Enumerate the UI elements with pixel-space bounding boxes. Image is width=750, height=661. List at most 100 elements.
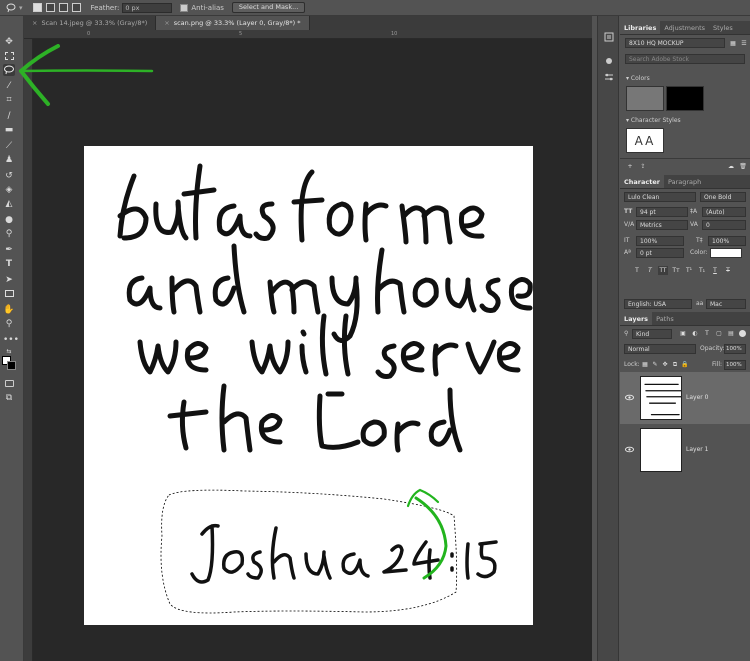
vertical-scale-input[interactable]: 100% <box>636 236 684 246</box>
tab-adjustments[interactable]: Adjustments <box>660 21 709 34</box>
preset-dropdown-arrow[interactable]: ▾ <box>19 4 23 12</box>
path-selection-icon[interactable]: ➤ <box>3 274 15 286</box>
font-family-dropdown[interactable]: Lulo Clean <box>624 192 696 202</box>
visibility-eye-icon[interactable] <box>625 393 634 402</box>
rectangle-tool-icon[interactable] <box>3 288 15 300</box>
subtract-selection-button[interactable] <box>58 3 68 12</box>
brush-tool-icon[interactable]: ⟋ <box>3 140 15 152</box>
layer-name[interactable]: Layer 1 <box>686 446 708 453</box>
type-tool-icon[interactable]: T <box>3 258 15 270</box>
lock-all-icon[interactable]: 🔒 <box>680 360 690 369</box>
screen-mode-icon[interactable]: ⧉ <box>3 392 15 404</box>
quick-mask-icon[interactable] <box>3 378 15 390</box>
fill-input[interactable]: 100% <box>724 360 746 370</box>
tab-paths[interactable]: Paths <box>652 312 678 325</box>
pen-tool-icon[interactable]: ✒ <box>3 244 15 256</box>
kerning-input[interactable]: Metrics <box>636 220 688 230</box>
leading-input[interactable]: (Auto) <box>702 207 746 217</box>
font-size-input[interactable]: 94 pt <box>636 207 688 217</box>
trash-icon[interactable]: 🗑 <box>738 162 748 171</box>
faux-bold-button[interactable]: T <box>632 266 642 275</box>
filter-type-icon[interactable]: T <box>702 329 712 338</box>
history-panel-icon[interactable] <box>604 32 614 42</box>
color-swatch-black[interactable] <box>666 86 704 111</box>
small-caps-button[interactable]: Tт <box>671 266 681 275</box>
document-tab[interactable]: × Scan 14.jpeg @ 33.3% (Gray/8*) <box>24 16 157 30</box>
history-brush-icon[interactable]: ↺ <box>3 170 15 182</box>
select-and-mask-button[interactable]: Select and Mask... <box>231 2 306 13</box>
superscript-button[interactable]: T¹ <box>684 266 694 275</box>
tab-paragraph[interactable]: Paragraph <box>664 175 705 188</box>
healing-brush-icon[interactable]: ▬ <box>3 124 15 136</box>
stock-search-input[interactable]: Search Adobe Stock <box>625 54 745 64</box>
blend-mode-dropdown[interactable]: Normal <box>624 344 696 354</box>
canvas-workspace[interactable] <box>33 39 592 661</box>
eyedropper-icon[interactable]: ∕ <box>3 110 15 122</box>
upload-icon[interactable]: ⇪ <box>638 162 648 171</box>
paint-bucket-icon[interactable]: ◭ <box>3 198 15 210</box>
close-tab-icon[interactable]: × <box>164 19 169 27</box>
blur-tool-icon[interactable]: ● <box>3 214 15 226</box>
grid-view-icon[interactable]: ▦ <box>728 39 738 48</box>
eraser-tool-icon[interactable]: ◈ <box>3 184 15 196</box>
intersect-selection-button[interactable] <box>71 3 81 12</box>
lock-artboard-icon[interactable]: ⧉ <box>670 360 680 369</box>
opacity-input[interactable]: 100% <box>724 344 746 354</box>
tracking-input[interactable]: 0 <box>702 220 746 230</box>
lock-pixels-icon[interactable]: ✎ <box>650 360 660 369</box>
baseline-shift-input[interactable]: 0 pt <box>636 248 684 258</box>
layer-row-layer0[interactable]: Layer 0 <box>620 372 750 424</box>
character-style-thumb[interactable]: AA <box>626 128 664 153</box>
antialias-checkbox[interactable] <box>180 3 189 12</box>
filter-toggle-icon[interactable] <box>739 330 746 337</box>
add-library-item-icon[interactable]: + <box>625 162 635 171</box>
underline-button[interactable]: T <box>710 266 720 275</box>
layer-row-layer1[interactable]: Layer 1 <box>620 424 750 476</box>
text-color-swatch[interactable] <box>710 248 742 258</box>
document-canvas[interactable] <box>84 146 533 625</box>
clone-stamp-icon[interactable]: ♟ <box>3 154 15 166</box>
faux-italic-button[interactable]: T <box>645 266 655 275</box>
properties-panel-icon[interactable] <box>604 72 614 82</box>
filter-smart-object-icon[interactable]: ▤ <box>726 329 736 338</box>
lock-position-icon[interactable]: ✥ <box>660 360 670 369</box>
tab-layers[interactable]: Layers <box>620 312 653 325</box>
library-dropdown[interactable]: 8X10 HQ MOCKUP <box>625 38 725 48</box>
add-to-selection-button[interactable] <box>45 3 55 12</box>
document-tab-active[interactable]: × scan.png @ 33.3% (Layer 0, Gray/8*) * <box>156 16 310 30</box>
hand-tool-icon[interactable]: ✋ <box>3 304 15 316</box>
all-caps-button[interactable]: TT <box>658 266 668 275</box>
font-style-dropdown[interactable]: One Bold <box>700 192 746 202</box>
move-tool-icon[interactable]: ✥ <box>3 36 15 48</box>
color-swatch-gray[interactable] <box>626 86 664 111</box>
lasso-tool-preset-icon[interactable] <box>6 3 16 13</box>
brush-panel-icon[interactable] <box>604 56 614 66</box>
marquee-tool-icon[interactable] <box>3 50 15 62</box>
filter-shape-icon[interactable]: ▢ <box>714 329 724 338</box>
feather-input[interactable]: 0 px <box>122 2 173 13</box>
lock-transparent-icon[interactable]: ▦ <box>640 360 650 369</box>
zoom-tool-icon[interactable]: ⚲ <box>3 318 15 330</box>
lasso-tool-icon[interactable] <box>3 64 15 76</box>
subscript-button[interactable]: T₁ <box>697 266 707 275</box>
tab-character[interactable]: Character <box>620 175 664 188</box>
close-tab-icon[interactable]: × <box>32 19 37 27</box>
horizontal-scale-input[interactable]: 100% <box>708 236 746 246</box>
list-view-icon[interactable]: ☰ <box>739 39 749 48</box>
dodge-tool-icon[interactable]: ⚲ <box>3 228 15 240</box>
layer-filter-dropdown[interactable]: Kind <box>632 329 672 339</box>
new-selection-button[interactable] <box>32 3 42 12</box>
filter-pixel-icon[interactable]: ▣ <box>678 329 688 338</box>
filter-adjustment-icon[interactable]: ◐ <box>690 329 700 338</box>
visibility-eye-icon[interactable] <box>625 445 634 454</box>
crop-tool-icon[interactable]: ⌗ <box>3 94 15 106</box>
antialias-dropdown[interactable]: Mac <box>706 299 746 309</box>
tab-styles[interactable]: Styles <box>709 21 737 34</box>
tab-libraries[interactable]: Libraries <box>620 21 661 34</box>
more-tools-icon[interactable]: ••• <box>3 334 19 346</box>
cloud-icon[interactable]: ☁ <box>726 162 736 171</box>
language-dropdown[interactable]: English: USA <box>624 299 692 309</box>
layer-name[interactable]: Layer 0 <box>686 394 708 401</box>
magic-wand-icon[interactable]: ⁄ <box>3 80 15 92</box>
strikethrough-button[interactable]: T <box>723 266 733 275</box>
